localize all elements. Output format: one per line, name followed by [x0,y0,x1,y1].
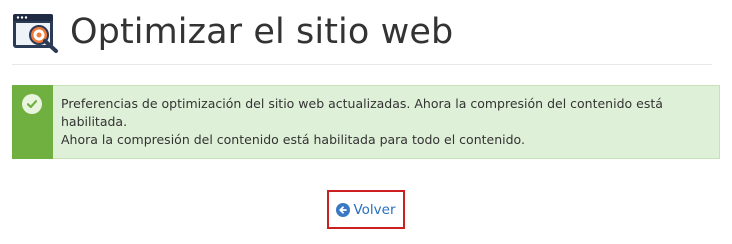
success-alert: Preferencias de optimización del sitio w… [12,85,720,159]
arrow-left-circle-icon [336,202,351,217]
page-header: Optimizar el sitio web [12,6,712,58]
page-title: Optimizar el sitio web [70,12,454,52]
header-divider [12,64,712,65]
optimize-website-icon [12,11,60,53]
back-link[interactable]: Volver [327,190,405,229]
alert-message-line-2: Ahora la compresión del contenido está h… [61,132,525,147]
alert-message-line-1: Preferencias de optimización del sitio w… [61,96,663,129]
alert-stripe [12,85,53,159]
back-link-label: Volver [353,201,396,218]
check-circle-icon [22,94,42,114]
alert-message: Preferencias de optimización del sitio w… [61,95,711,149]
